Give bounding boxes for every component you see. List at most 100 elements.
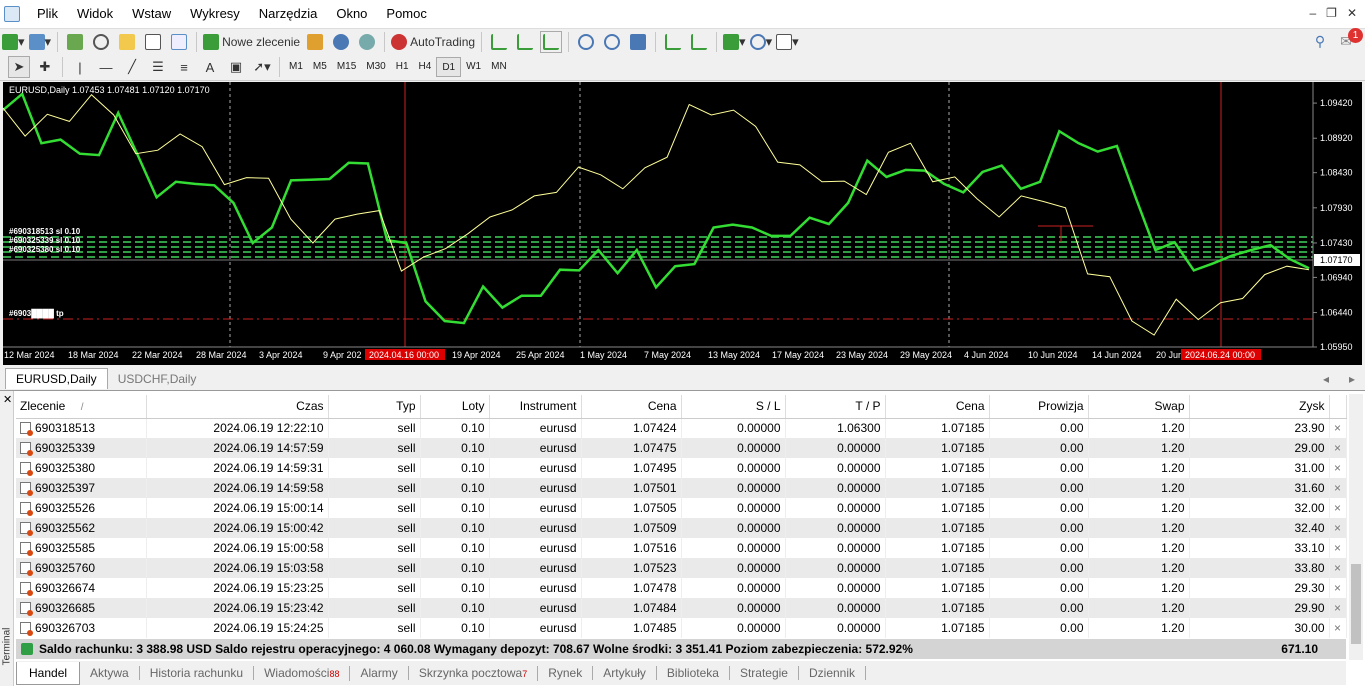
templates-button[interactable]: ▾ bbox=[776, 31, 799, 53]
terminal-tab[interactable]: Skrzynka pocztowa7 bbox=[409, 665, 539, 681]
menu-insert[interactable]: Wstaw bbox=[123, 0, 181, 28]
terminal-tab[interactable]: Artykuły bbox=[593, 666, 657, 680]
trendline-tool[interactable]: ╱ bbox=[121, 56, 143, 78]
equidistant-channel-tool[interactable]: ☰ bbox=[147, 56, 169, 78]
timeframe-h1[interactable]: H1 bbox=[391, 57, 414, 77]
tile-windows-button[interactable] bbox=[627, 31, 649, 53]
timeframe-m30[interactable]: M30 bbox=[361, 57, 390, 77]
chart-shift-button[interactable] bbox=[662, 31, 684, 53]
col-swap[interactable]: Swap bbox=[1088, 395, 1190, 419]
candles-button[interactable] bbox=[514, 31, 536, 53]
scrollbar-thumb[interactable] bbox=[1351, 564, 1361, 644]
timeframe-m5[interactable]: M5 bbox=[308, 57, 332, 77]
terminal-button[interactable] bbox=[142, 31, 164, 53]
horizontal-line-tool[interactable]: — bbox=[95, 56, 117, 78]
table-row[interactable]: 690326685 2024.06.19 15:23:42 sell 0.10 euru… bbox=[16, 598, 1347, 618]
periods-button[interactable]: ▾ bbox=[749, 31, 772, 53]
close-order-icon[interactable]: × bbox=[1329, 458, 1347, 478]
arrows-tool[interactable]: ➚▾ bbox=[251, 56, 273, 78]
menu-help[interactable]: Pomoc bbox=[377, 0, 436, 28]
text-tool[interactable]: A bbox=[199, 56, 221, 78]
close-order-icon[interactable]: × bbox=[1329, 578, 1347, 598]
close-button[interactable]: ✕ bbox=[1347, 6, 1357, 20]
indicators-button[interactable]: ▾ bbox=[723, 31, 746, 53]
minimize-button[interactable]: – bbox=[1309, 6, 1316, 20]
timeframe-h4[interactable]: H4 bbox=[414, 57, 437, 77]
timeframe-m1[interactable]: M1 bbox=[284, 57, 308, 77]
timeframe-mn[interactable]: MN bbox=[486, 57, 512, 77]
timeframe-d1[interactable]: D1 bbox=[436, 57, 462, 77]
col-commission[interactable]: Prowizja bbox=[989, 395, 1089, 419]
vertical-line-tool[interactable]: | bbox=[69, 56, 91, 78]
col-lots[interactable]: Loty bbox=[420, 395, 490, 419]
close-order-icon[interactable]: × bbox=[1329, 498, 1347, 518]
col-price[interactable]: Cena bbox=[885, 395, 990, 419]
autoscroll-button[interactable] bbox=[688, 31, 710, 53]
menu-file[interactable]: Plik bbox=[28, 0, 68, 28]
market-watch-button[interactable] bbox=[64, 31, 86, 53]
close-order-icon[interactable]: × bbox=[1329, 438, 1347, 458]
table-row[interactable]: 690326703 2024.06.19 15:24:25 sell 0.10 euru… bbox=[16, 618, 1347, 638]
terminal-tab[interactable]: Wiadomości88 bbox=[254, 665, 351, 681]
terminal-tab[interactable]: Strategie bbox=[730, 666, 799, 680]
col-tp[interactable]: T / P bbox=[785, 395, 886, 419]
table-row[interactable]: 690325397 2024.06.19 14:59:58 sell 0.10 euru… bbox=[16, 478, 1347, 498]
close-terminal-icon[interactable]: ✕ bbox=[3, 393, 12, 406]
terminal-tab[interactable]: Dziennik bbox=[799, 666, 867, 680]
col-sl[interactable]: S / L bbox=[681, 395, 786, 419]
timeframe-w1[interactable]: W1 bbox=[461, 57, 486, 77]
data-window-button[interactable] bbox=[90, 31, 112, 53]
fibonacci-tool[interactable]: ≡ bbox=[173, 56, 195, 78]
search-button[interactable]: ⚲ bbox=[1309, 31, 1331, 53]
col-order[interactable]: Zlecenie / bbox=[16, 395, 147, 419]
notifications-button[interactable]: ✉ 1 bbox=[1335, 27, 1363, 53]
col-type[interactable]: Typ bbox=[328, 395, 421, 419]
new-order-button[interactable]: Nowe zlecenie bbox=[203, 31, 300, 53]
cursor-tool[interactable]: ➤ bbox=[8, 56, 30, 78]
table-row[interactable]: 690325339 2024.06.19 14:57:59 sell 0.10 euru… bbox=[16, 438, 1347, 458]
close-order-icon[interactable]: × bbox=[1329, 598, 1347, 618]
restore-button[interactable]: ❐ bbox=[1326, 6, 1337, 20]
timeframe-m15[interactable]: M15 bbox=[332, 57, 361, 77]
table-row[interactable]: 690325526 2024.06.19 15:00:14 sell 0.10 euru… bbox=[16, 498, 1347, 518]
chart-tab-usdchf[interactable]: USDCHF,Daily bbox=[108, 369, 207, 389]
menu-tools[interactable]: Narzędzia bbox=[250, 0, 328, 28]
table-row[interactable]: 690326674 2024.06.19 15:23:25 sell 0.10 euru… bbox=[16, 578, 1347, 598]
close-order-icon[interactable]: × bbox=[1329, 478, 1347, 498]
new-chart-button[interactable]: ▾ bbox=[2, 31, 25, 53]
vertical-scrollbar[interactable] bbox=[1349, 394, 1363, 660]
terminal-tab[interactable]: Alarmy bbox=[350, 666, 409, 680]
terminal-tab[interactable]: Biblioteka bbox=[657, 666, 730, 680]
menu-charts[interactable]: Wykresy bbox=[181, 0, 250, 28]
terminal-tab[interactable]: Aktywa bbox=[80, 666, 140, 680]
tester-button[interactable] bbox=[168, 31, 190, 53]
text-label-tool[interactable]: ▣ bbox=[225, 56, 247, 78]
menu-view[interactable]: Widok bbox=[68, 0, 123, 28]
table-row[interactable]: 690325760 2024.06.19 15:03:58 sell 0.10 euru… bbox=[16, 558, 1347, 578]
table-row[interactable]: 690325380 2024.06.19 14:59:31 sell 0.10 euru… bbox=[16, 458, 1347, 478]
close-order-icon[interactable]: × bbox=[1329, 618, 1347, 638]
price-chart[interactable]: 1.09420 1.08920 1.08430 1.07930 1.07430 1.069… bbox=[3, 82, 1362, 365]
close-order-icon[interactable]: × bbox=[1329, 558, 1347, 578]
terminal-tab[interactable]: Rynek bbox=[538, 666, 594, 680]
profiles-button[interactable]: ▾ bbox=[28, 31, 51, 53]
terminal-tab[interactable]: Handel bbox=[16, 661, 81, 685]
close-order-icon[interactable]: × bbox=[1329, 418, 1347, 438]
market-button[interactable] bbox=[356, 31, 378, 53]
scroll-right-icon[interactable]: ▸ bbox=[1339, 369, 1365, 389]
scroll-left-icon[interactable]: ◂ bbox=[1313, 369, 1339, 389]
line-chart-button[interactable] bbox=[540, 30, 563, 53]
metaeditor-button[interactable] bbox=[304, 31, 326, 53]
signals-button[interactable] bbox=[330, 31, 352, 53]
col-profit[interactable]: Zysk bbox=[1189, 395, 1330, 419]
table-row[interactable]: 690325562 2024.06.19 15:00:42 sell 0.10 euru… bbox=[16, 518, 1347, 538]
table-row[interactable]: 690325585 2024.06.19 15:00:58 sell 0.10 euru… bbox=[16, 538, 1347, 558]
col-open-price[interactable]: Cena bbox=[581, 395, 682, 419]
navigator-button[interactable] bbox=[116, 31, 138, 53]
autotrading-button[interactable]: AutoTrading bbox=[391, 31, 475, 53]
close-order-icon[interactable]: × bbox=[1329, 538, 1347, 558]
menu-window[interactable]: Okno bbox=[327, 0, 377, 28]
zoom-in-button[interactable] bbox=[575, 31, 597, 53]
table-row[interactable]: 690318513 2024.06.19 12:22:10 sell 0.10 euru… bbox=[16, 418, 1347, 438]
terminal-tab[interactable]: Historia rachunku bbox=[140, 666, 255, 680]
